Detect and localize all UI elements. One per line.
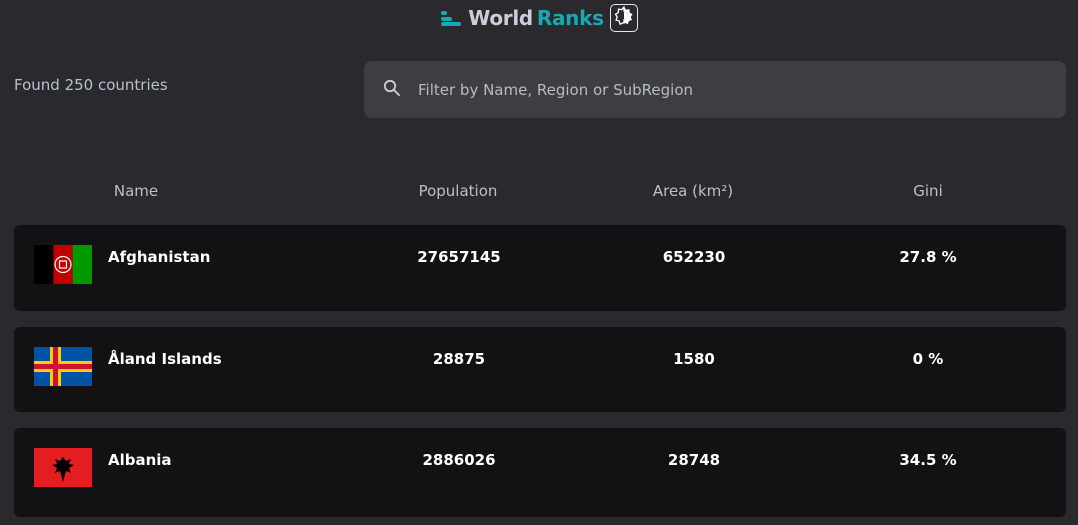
column-header-population[interactable]: Population	[419, 182, 498, 200]
column-header-name[interactable]: Name	[114, 182, 158, 200]
search-icon	[383, 79, 401, 101]
area-value: 1580	[673, 350, 715, 368]
app-header: World Ranks	[0, 3, 1078, 33]
afghanistan-flag	[34, 245, 92, 284]
aland-islands-flag	[34, 347, 92, 386]
search-bar[interactable]	[364, 61, 1066, 118]
table-row[interactable]: Albania 2886026 28748 34.5 %	[14, 428, 1066, 517]
theme-toggle-icon	[614, 5, 634, 30]
app-title-second: Ranks	[536, 6, 604, 30]
table-row[interactable]: Åland Islands 28875 1580 0 %	[14, 327, 1066, 412]
population-value: 2886026	[422, 451, 496, 469]
area-value: 652230	[662, 248, 726, 266]
population-value: 28875	[432, 350, 486, 368]
gini-value: 0 %	[912, 350, 944, 368]
country-name[interactable]: Albania	[108, 451, 172, 469]
area-value: 28748	[667, 451, 721, 469]
app-title: World Ranks	[468, 6, 604, 30]
bars-logo-icon	[440, 9, 462, 27]
table-row[interactable]: Afghanistan 27657145 652230 27.8 %	[14, 225, 1066, 311]
population-value: 27657145	[417, 248, 501, 266]
theme-toggle-button[interactable]	[609, 4, 638, 32]
search-input[interactable]	[418, 61, 1066, 118]
column-header-gini[interactable]: Gini	[913, 182, 942, 200]
gini-value: 27.8 %	[899, 248, 957, 266]
country-name[interactable]: Afghanistan	[108, 248, 210, 266]
country-name[interactable]: Åland Islands	[108, 350, 222, 368]
gini-value: 34.5 %	[899, 451, 957, 469]
app-title-first: World	[468, 6, 533, 30]
column-header-area[interactable]: Area (km²)	[653, 182, 733, 200]
results-count: Found 250 countries	[14, 76, 168, 94]
albania-flag	[34, 448, 92, 487]
